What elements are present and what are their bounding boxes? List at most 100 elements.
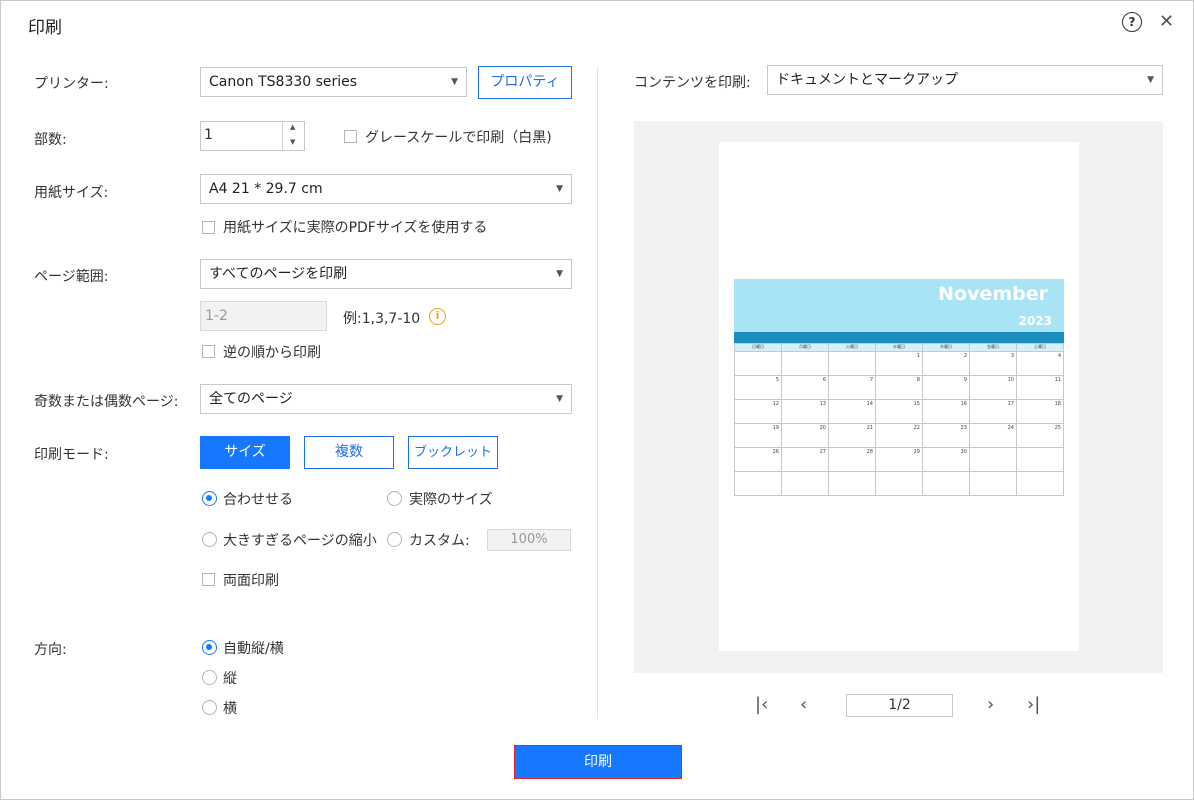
reverse-order-label: 逆の順から印刷 bbox=[223, 345, 321, 361]
properties-button[interactable]: プロパティ bbox=[478, 66, 572, 99]
page-range-label: ページ範囲: bbox=[34, 269, 109, 285]
calendar-day-cell: 17 bbox=[969, 399, 1017, 424]
calendar-day-cell: 3 bbox=[969, 351, 1017, 376]
paper-size-select[interactable]: A4 21 * 29.7 cm ▼ bbox=[200, 174, 572, 204]
custom-radio[interactable] bbox=[387, 532, 402, 547]
duplex-label: 両面印刷 bbox=[223, 573, 279, 589]
content-select[interactable]: ドキュメントとマークアップ ▼ bbox=[767, 65, 1163, 95]
content-label: コンテンツを印刷: bbox=[634, 75, 751, 91]
calendar-month: November bbox=[938, 283, 1048, 305]
next-page-icon[interactable]: › bbox=[987, 694, 994, 715]
calendar-day-cell: 27 bbox=[781, 447, 829, 472]
calendar-day-cell: 12 bbox=[734, 399, 782, 424]
odd-even-value: 全てのページ bbox=[209, 391, 293, 407]
help-icon[interactable]: ? bbox=[1122, 12, 1142, 32]
copies-label: 部数: bbox=[34, 132, 67, 148]
page-range-example: 例:1,3,7-10 bbox=[343, 311, 421, 327]
calendar-week-row: 26 27 28 29 30 bbox=[734, 447, 1064, 472]
calendar-day-cell: 30 bbox=[922, 447, 970, 472]
calendar-week-row bbox=[734, 471, 1064, 496]
calendar-day-cell: 16 bbox=[922, 399, 970, 424]
last-page-icon[interactable]: ›| bbox=[1027, 694, 1040, 715]
tab-multiple[interactable]: 複数 bbox=[304, 436, 394, 469]
reverse-order-checkbox[interactable] bbox=[202, 345, 215, 358]
printer-value: Canon TS8330 series bbox=[209, 74, 358, 90]
calendar-day-cell: 6 bbox=[781, 375, 829, 400]
first-page-icon[interactable]: |‹ bbox=[755, 694, 768, 715]
grayscale-label: グレースケールで印刷（白黒) bbox=[365, 130, 552, 146]
chevron-down-icon: ▼ bbox=[556, 269, 563, 279]
page-range-select[interactable]: すべてのページを印刷 ▼ bbox=[200, 259, 572, 289]
chevron-down-icon: ▼ bbox=[1147, 75, 1154, 85]
close-icon[interactable]: ✕ bbox=[1159, 11, 1174, 32]
copies-stepper[interactable]: 1 ▲ ▼ bbox=[200, 121, 305, 151]
printer-select[interactable]: Canon TS8330 series ▼ bbox=[200, 67, 467, 97]
tab-booklet[interactable]: ブックレット bbox=[408, 436, 498, 469]
custom-label: カスタム: bbox=[409, 533, 470, 549]
prev-page-icon[interactable]: ‹ bbox=[800, 694, 807, 715]
actual-size-radio[interactable] bbox=[387, 491, 402, 506]
odd-even-label: 奇数または偶数ページ: bbox=[34, 394, 179, 410]
calendar-weekday: 水曜日 bbox=[875, 343, 923, 352]
calendar-day-cell: 22 bbox=[875, 423, 923, 448]
content-value: ドキュメントとマークアップ bbox=[776, 72, 958, 88]
calendar-day-cell bbox=[734, 471, 782, 496]
calendar-weekday-row: 日曜日 月曜日 火曜日 水曜日 木曜日 金曜日 土曜日 bbox=[734, 343, 1064, 352]
info-icon[interactable]: i bbox=[429, 308, 446, 325]
page-range-input[interactable]: 1-2 bbox=[200, 301, 327, 331]
calendar-weekday: 日曜日 bbox=[734, 343, 782, 352]
page-indicator[interactable]: 1/2 bbox=[846, 694, 953, 717]
calendar-day-cell: 13 bbox=[781, 399, 829, 424]
calendar-preview: November 2023 日曜日 月曜日 火曜日 水曜日 木曜日 金曜日 土曜日 1 2 3 4 5… bbox=[734, 279, 1064, 507]
calendar-day-cell bbox=[1016, 471, 1064, 496]
orientation-portrait-radio[interactable] bbox=[202, 670, 217, 685]
calendar-week-row: 1234 bbox=[734, 351, 1064, 376]
calendar-day-cell bbox=[875, 471, 923, 496]
decrement-icon[interactable]: ▼ bbox=[290, 138, 295, 146]
calendar-bar bbox=[734, 332, 1064, 343]
increment-icon[interactable]: ▲ bbox=[290, 123, 295, 131]
calendar-year: 2023 bbox=[1018, 314, 1052, 328]
orientation-landscape-radio[interactable] bbox=[202, 700, 217, 715]
calendar-week-row: 19 20 21 22 23 24 25 bbox=[734, 423, 1064, 448]
grayscale-checkbox[interactable] bbox=[344, 130, 357, 143]
shrink-radio[interactable] bbox=[202, 532, 217, 547]
calendar-day-cell: 26 bbox=[734, 447, 782, 472]
print-button[interactable]: 印刷 bbox=[514, 745, 682, 779]
actual-size-label: 実際のサイズ bbox=[409, 492, 493, 508]
fit-label: 合わせせる bbox=[223, 492, 293, 508]
calendar-day-cell: 14 bbox=[828, 399, 876, 424]
calendar-day-cell bbox=[922, 471, 970, 496]
calendar-day-cell: 29 bbox=[875, 447, 923, 472]
fit-radio[interactable] bbox=[202, 491, 217, 506]
odd-even-select[interactable]: 全てのページ ▼ bbox=[200, 384, 572, 414]
chevron-down-icon: ▼ bbox=[556, 394, 563, 404]
calendar-day-cell: 10 bbox=[969, 375, 1017, 400]
calendar-day-cell: 24 bbox=[969, 423, 1017, 448]
calendar-day-cell: 25 bbox=[1016, 423, 1064, 448]
print-mode-label: 印刷モード: bbox=[34, 447, 109, 463]
stepper-divider bbox=[282, 122, 283, 150]
calendar-day-cell bbox=[1016, 447, 1064, 472]
orientation-label: 方向: bbox=[34, 642, 67, 658]
calendar-day-cell bbox=[781, 351, 829, 376]
orientation-auto-radio[interactable] bbox=[202, 640, 217, 655]
calendar-day-cell: 1 bbox=[875, 351, 923, 376]
calendar-weekday: 土曜日 bbox=[1016, 343, 1064, 352]
orientation-auto-label: 自動縦/横 bbox=[223, 641, 284, 657]
use-pdf-size-checkbox[interactable] bbox=[202, 221, 215, 234]
calendar-weekday: 月曜日 bbox=[781, 343, 829, 352]
calendar-day-cell: 9 bbox=[922, 375, 970, 400]
tab-size[interactable]: サイズ bbox=[200, 436, 290, 469]
calendar-weekday: 木曜日 bbox=[922, 343, 970, 352]
custom-scale-input[interactable]: 100% bbox=[487, 529, 571, 551]
orientation-portrait-label: 縦 bbox=[223, 671, 237, 687]
duplex-checkbox[interactable] bbox=[202, 573, 215, 586]
calendar-day-cell bbox=[828, 351, 876, 376]
calendar-day-cell: 19 bbox=[734, 423, 782, 448]
calendar-week-row: 5 6 7 8 9 10 11 bbox=[734, 375, 1064, 400]
calendar-grid: 日曜日 月曜日 火曜日 水曜日 木曜日 金曜日 土曜日 1 2 3 4 5 6 7 8 9 10 11 12 13 14… bbox=[734, 343, 1064, 496]
paper-size-label: 用紙サイズ: bbox=[34, 185, 109, 201]
panel-divider bbox=[597, 67, 598, 719]
copies-value: 1 bbox=[204, 127, 213, 143]
